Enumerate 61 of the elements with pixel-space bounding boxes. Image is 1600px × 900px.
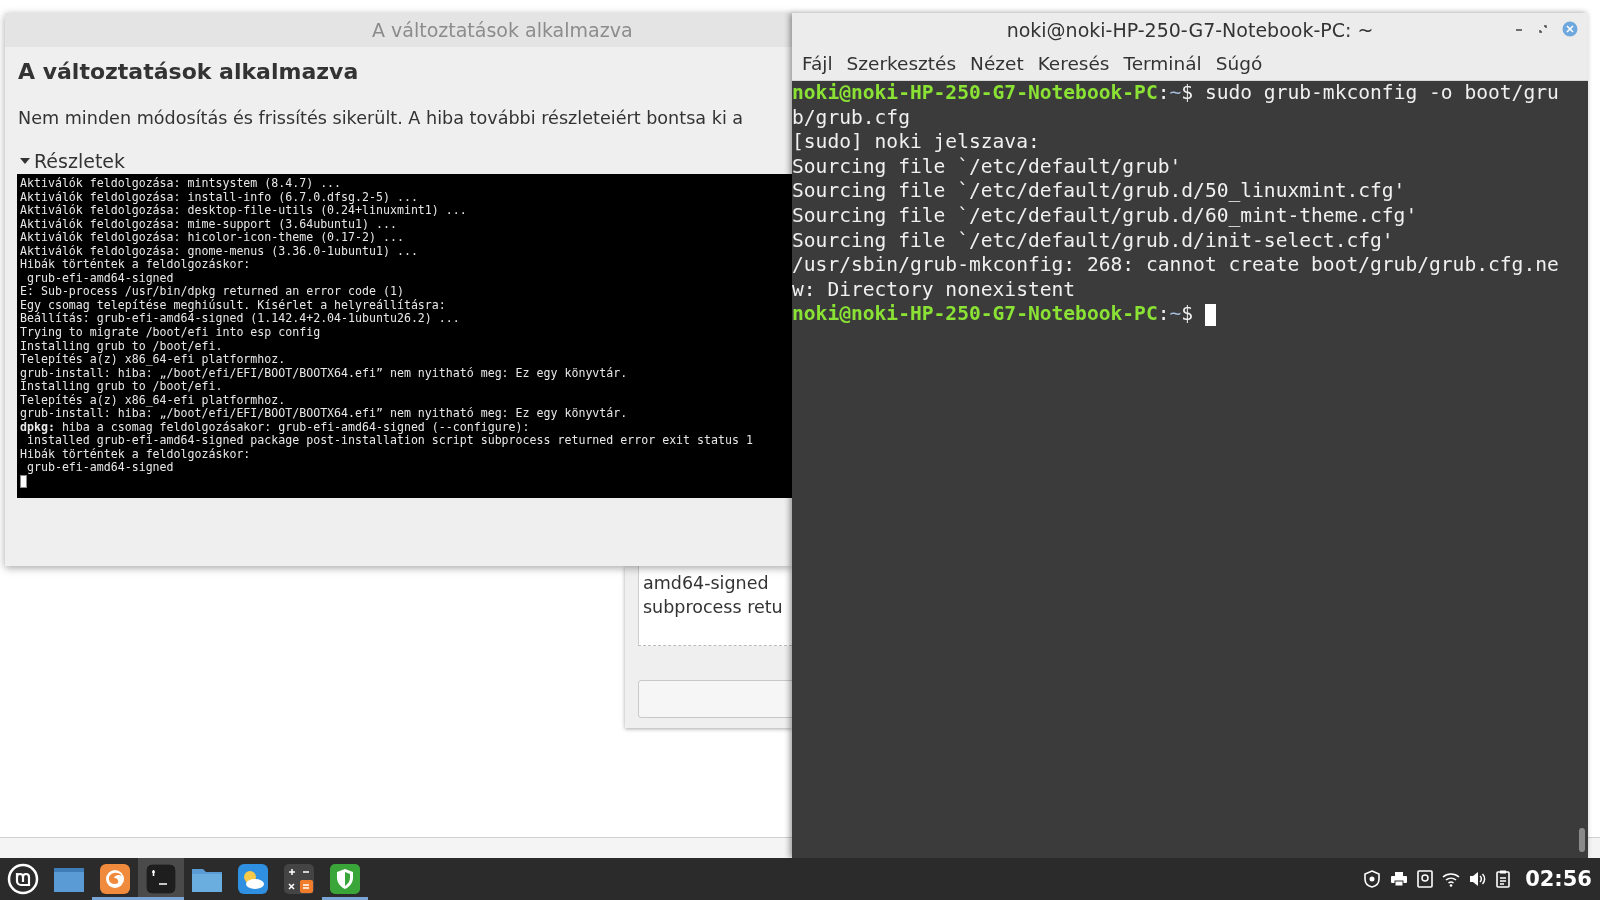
text-line: amd64-signed <box>643 572 770 595</box>
log-line: Hibák történtek a feldolgozáskor: <box>20 447 251 462</box>
terminal-line: Sourcing file `/etc/default/grub.d/init-select.cfg' <box>792 228 1394 254</box>
log-line: Egy csomag telepítése meghiúsult. Kísérlet a helyreállításra: <box>20 298 447 313</box>
terminal-line: /usr/sbin/grub-mkconfig: 268: cannot create boot/grub/grub.cfg.ne <box>792 253 1559 278</box>
log-line: Aktiválók feldolgozása: gnome-menus (3.36.0-1ubuntu1) ... <box>20 244 419 259</box>
weather-icon <box>238 864 268 894</box>
maximize-icon[interactable] <box>1538 24 1548 34</box>
printer-icon[interactable] <box>1390 870 1409 888</box>
window-title: noki@noki-HP-250-G7-Notebook-PC: ~ <box>1006 19 1374 41</box>
menu-item[interactable]: Fájl <box>796 53 839 74</box>
log-line: Installing grub to /boot/efi. <box>20 339 224 354</box>
dialog-message: Nem minden módosítás és frissítés sikerült. A hiba további részleteiért bontsa ki a <box>18 108 745 128</box>
folder-icon <box>53 865 85 893</box>
log-line: grub-install: hiba: „/boot/efi/EFI/BOOT/BOOTX64.efi” nem nyitható meg: Ez egy könyvtár. <box>20 366 629 381</box>
scrollbar-thumb[interactable] <box>1579 828 1585 852</box>
log-line: grub-efi-amd64-signed <box>25 271 174 286</box>
menu-item[interactable]: Keresés <box>1031 53 1116 74</box>
terminal-line: noki@noki-HP-250-G7-Notebook-PC:~$ sudo grub-mkconfig -o boot/gru <box>792 81 1559 106</box>
terminal-line: Sourcing file `/etc/default/grub' <box>792 154 1182 180</box>
log-line: Aktiválók feldolgozása: mime-support (3.64ubuntu1) ... <box>20 217 398 232</box>
log-line: dpkg: hiba a csomag feldolgozásakor: grub-efi-amd64-signed (--configure): <box>20 420 531 435</box>
terminal-line: [sudo] noki jelszava: <box>792 130 1040 155</box>
log-line: Telepítés a(z) x86_64-efi platformhoz. <box>20 393 287 408</box>
terminal-line: Sourcing file `/etc/default/grub.d/60_mint-theme.cfg' <box>792 203 1418 229</box>
window-title: A változtatások alkalmazva <box>372 19 633 41</box>
log-line: E: Sub-process /usr/bin/dpkg returned an error code (1) <box>20 285 405 299</box>
expander-arrow-icon <box>20 157 30 165</box>
menu-item[interactable]: Terminál <box>1117 53 1208 74</box>
terminal-line: Sourcing file `/etc/default/grub.d/50_linuxmint.cfg' <box>792 179 1406 204</box>
log-line: Telepítés a(z) x86_64-efi platformhoz. <box>20 353 287 367</box>
log-line: Aktiválók feldolgozása: install-info (6.7.0.dfsg.2-5) ... <box>20 190 419 205</box>
text-line: subprocess retu <box>643 596 784 619</box>
shield-icon <box>330 864 360 894</box>
wifi-icon[interactable] <box>1442 871 1461 887</box>
clock[interactable]: 02:56 <box>1525 867 1592 891</box>
log-line: grub-efi-amd64-signed <box>25 461 174 476</box>
log-line: Aktiválók feldolgozása: hicolor-icon-theme (0.17-2) ... <box>20 231 405 245</box>
menu-item[interactable]: Súgó <box>1209 53 1269 74</box>
shield-icon[interactable] <box>1363 870 1382 888</box>
details-expander[interactable]: Részletek <box>20 150 792 172</box>
terminal-icon <box>146 864 176 894</box>
calculator-icon <box>284 864 314 894</box>
menu-item[interactable]: Nézet <box>964 53 1030 74</box>
terminal-line: b/grub.cfg <box>792 105 910 131</box>
menu-item[interactable]: Szerkesztés <box>840 53 963 74</box>
log-line: Hibák történtek a feldolgozáskor: <box>20 258 251 272</box>
terminal-line: noki@noki-HP-250-G7-Notebook-PC:~$ <box>792 302 1194 327</box>
log-line: Beállítás: grub-efi-amd64-signed (1.142.4+2.04-1ubuntu26.2) ... <box>20 312 461 326</box>
log-line: Aktiválók feldolgozása: desktop-file-utils (0.24+linuxmint1) ... <box>20 204 468 218</box>
log-line: Trying to migrate /boot/efi into esp config <box>20 326 322 340</box>
log-line: installed grub-efi-amd64-signed package post-installation script subprocess returned error exit status 1 <box>26 434 754 448</box>
log-line: grub-install: hiba: „/boot/efi/EFI/BOOT/BOOTX64.efi” nem nyitható meg: Ez egy könyvtár. <box>20 407 629 421</box>
taskbar-launcher[interactable] <box>138 858 184 900</box>
log-line: Aktiválók feldolgozása: mintsystem (8.4.7) ... <box>20 177 343 191</box>
terminal-line: w: Directory nonexistent <box>792 277 1076 303</box>
menu-logo-icon <box>7 863 39 895</box>
log-line: Installing grub to /boot/efi. <box>20 380 224 394</box>
volume-icon[interactable] <box>1469 871 1488 887</box>
dialog-heading: A változtatások alkalmazva <box>18 59 360 84</box>
clipboard-icon[interactable] <box>1496 870 1513 888</box>
